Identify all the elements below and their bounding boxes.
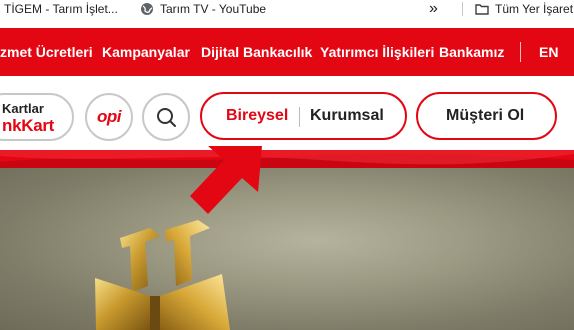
- chevron-double-right-icon: »: [429, 0, 438, 17]
- become-customer-button[interactable]: Müşteri Ol: [416, 92, 557, 140]
- segment-divider: [299, 107, 300, 127]
- nav-item-digital-banking[interactable]: Dijital Bankacılık: [201, 44, 312, 60]
- bookmark-tigem[interactable]: TİGEM - Tarım İşlet...: [4, 0, 118, 18]
- nav-item-investor-relations[interactable]: Yatırımcı İlişkileri: [320, 44, 434, 60]
- nav-item-fees[interactable]: zmet Ücretleri: [0, 44, 93, 60]
- opi-button[interactable]: opi: [85, 93, 133, 141]
- bookmarks-overflow-button[interactable]: »: [429, 0, 438, 18]
- nav-item-campaigns[interactable]: Kampanyalar: [102, 44, 190, 60]
- segment-corporate[interactable]: Kurumsal: [310, 107, 384, 125]
- cards-button[interactable]: Kartlar nkKart: [0, 93, 74, 141]
- bookmark-label: Tarım TV - YouTube: [160, 2, 267, 16]
- bookmark-tarim-tv[interactable]: Tarım TV - YouTube: [140, 0, 266, 18]
- hero-banner[interactable]: [0, 168, 574, 330]
- bookmark-all-folder[interactable]: Tüm Yer İşaret: [475, 0, 573, 18]
- search-icon: [157, 108, 176, 127]
- become-customer-label: Müşteri Ol: [446, 107, 525, 124]
- gold-trophy-image: [95, 220, 230, 330]
- bookmark-label: TİGEM - Tarım İşlet...: [4, 2, 118, 16]
- language-switch[interactable]: EN: [539, 44, 558, 60]
- search-button[interactable]: [142, 93, 190, 141]
- customer-segment-toggle: Bireysel Kurumsal: [200, 92, 407, 140]
- bookmark-label: Tüm Yer İşaret: [495, 2, 574, 16]
- bookmarks-divider: [462, 2, 463, 16]
- folder-icon: [475, 4, 489, 15]
- opi-logo: opi: [97, 107, 122, 126]
- bookmarks-bar: TİGEM - Tarım İşlet... Tarım TV - YouTub…: [0, 0, 574, 20]
- nav-item-about-bank[interactable]: Bankamız: [439, 44, 504, 60]
- cards-label: Kartlar: [2, 101, 44, 116]
- red-wave-band: [0, 150, 574, 168]
- nav-divider: [520, 42, 521, 62]
- top-navigation: zmet Ücretleri Kampanyalar Dijital Banka…: [0, 28, 574, 76]
- bankkart-logo-text: nkKart: [2, 116, 55, 135]
- globe-icon: [141, 3, 153, 15]
- segment-individual[interactable]: Bireysel: [226, 107, 288, 125]
